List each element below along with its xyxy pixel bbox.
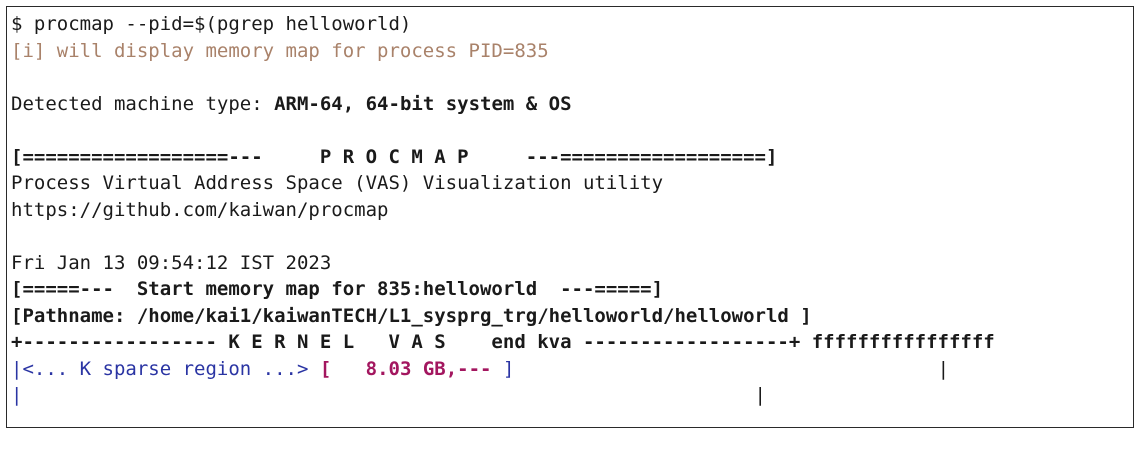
procmap-banner: [==================--- P R O C M A P ---…: [11, 145, 778, 168]
start-map-line: [=====--- Start memory map for 835:hello…: [11, 278, 664, 300]
machine-type-label: Detected machine type:: [11, 92, 275, 115]
sparse-close-bracket: ]: [502, 357, 515, 380]
terminal-window[interactable]: $ procmap --pid=$(pgrep helloworld) [i] …: [6, 6, 1134, 428]
info-line: [i] will display memory map for process …: [11, 39, 549, 62]
last-left-border: |: [11, 384, 23, 406]
sparse-open-bracket: [: [319, 357, 366, 380]
sparse-region-line: |<... K sparse region ...> [ 8.03 GB,---…: [11, 356, 1133, 383]
pathname-line: [Pathname: /home/kai1/kaiwanTECH/L1_sysp…: [11, 304, 812, 327]
sparse-right-border: |: [514, 357, 950, 380]
date-line: Fri Jan 13 09:54:12 IST 2023: [11, 251, 332, 274]
last-border-line: | |: [11, 382, 1133, 409]
sparse-size: 8.03 GB,---: [365, 357, 503, 380]
last-right-border: |: [22, 384, 766, 406]
description-line: Process Virtual Address Space (VAS) Visu…: [11, 172, 664, 194]
sparse-pipe: |: [11, 357, 23, 380]
command-line: $ procmap --pid=$(pgrep helloworld): [11, 13, 412, 35]
machine-type-line: Detected machine type: ARM-64, 64-bit sy…: [11, 91, 1133, 118]
kernel-vas-bar: +----------------- K E R N E L V A S end…: [11, 331, 995, 353]
machine-type-value: ARM-64, 64-bit system & OS: [274, 92, 572, 115]
url-line: https://github.com/kaiwan/procmap: [11, 198, 389, 221]
sparse-region-label: <... K sparse region ...>: [22, 357, 320, 380]
